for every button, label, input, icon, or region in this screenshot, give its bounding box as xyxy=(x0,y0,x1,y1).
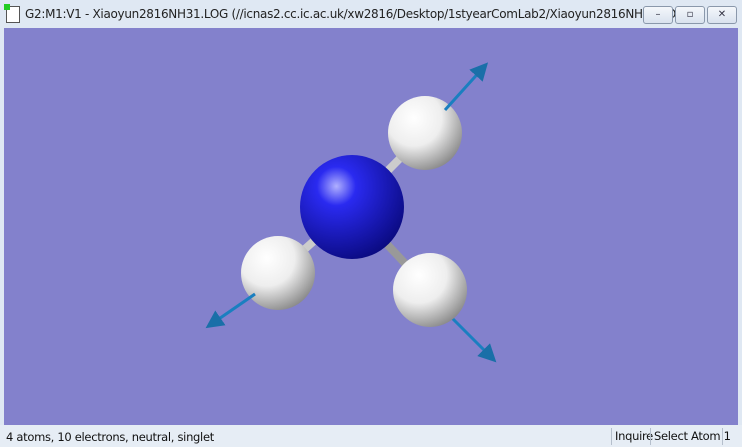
status-bar: 4 atoms, 10 electrons, neutral, singlet … xyxy=(0,425,742,447)
molecule-view[interactable] xyxy=(4,28,738,425)
molecule-viewport[interactable] xyxy=(4,28,738,425)
atom-n[interactable] xyxy=(300,155,404,259)
vector-arrow-h3 xyxy=(450,316,497,363)
maximize-button[interactable]: ▫ xyxy=(675,6,705,24)
resize-grip[interactable] xyxy=(722,428,739,445)
minimize-button[interactable]: – xyxy=(643,6,673,24)
atom-h3[interactable] xyxy=(393,253,467,327)
window-title: G2:M1:V1 - Xiaoyun2816NH31.LOG (//icnas2… xyxy=(25,7,690,21)
app-icon[interactable] xyxy=(4,4,20,23)
atom-h2[interactable] xyxy=(241,236,315,310)
status-summary: 4 atoms, 10 electrons, neutral, singlet xyxy=(6,430,214,444)
vector-arrow-h2 xyxy=(205,292,256,329)
close-button[interactable]: ✕ xyxy=(707,6,737,24)
vector-arrow-h1 xyxy=(443,62,489,112)
atom-h1[interactable] xyxy=(388,96,462,170)
title-bar: G2:M1:V1 - Xiaoyun2816NH31.LOG (//icnas2… xyxy=(0,0,742,28)
